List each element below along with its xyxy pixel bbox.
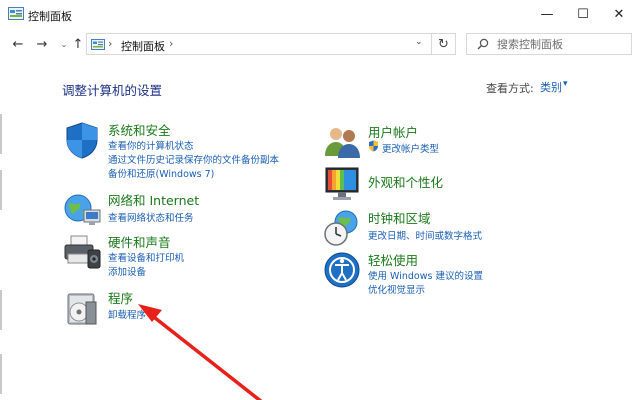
search-input[interactable] [497, 36, 627, 52]
accessibility-icon[interactable] [322, 250, 362, 290]
category-clock-region: 时钟和区域 更改日期、时间或数字格式 [322, 208, 562, 248]
category-programs: 程序 卸载程序 [62, 288, 302, 328]
category-title-clock-region[interactable]: 时钟和区域 [368, 208, 431, 227]
category-title-user-accounts[interactable]: 用户帐户 [368, 122, 418, 141]
link-change-date-time-format[interactable]: 更改日期、时间或数字格式 [368, 228, 482, 242]
forward-arrow-icon[interactable]: → [34, 36, 50, 52]
link-view-computer-status[interactable]: 查看你的计算机状态 [108, 138, 194, 152]
left-window-edge [0, 58, 6, 400]
category-title-ease-of-access[interactable]: 轻松使用 [368, 250, 418, 269]
control-panel-location-icon [91, 39, 105, 50]
refresh-icon[interactable]: ↻ [432, 33, 456, 55]
view-by-label: 查看方式: [486, 82, 534, 95]
programs-disc-icon[interactable] [62, 288, 102, 328]
category-title-appearance-personalization[interactable]: 外观和个性化 [368, 172, 443, 191]
address-dropdown-chevron-icon[interactable]: ⌄ [415, 37, 423, 47]
category-appearance-personalization: 外观和个性化 [322, 164, 562, 204]
category-title-programs[interactable]: 程序 [108, 288, 133, 307]
shield-icon[interactable] [62, 120, 102, 160]
close-button[interactable]: ✕ [602, 0, 636, 28]
view-by-dropdown[interactable]: 类别 [540, 79, 562, 95]
view-by-caret-icon[interactable]: ▾ [563, 79, 568, 89]
category-hardware-sound: 硬件和声音 查看设备和打印机 添加设备 [62, 232, 302, 278]
uac-shield-icon [369, 140, 378, 152]
globe-network-icon[interactable] [62, 190, 102, 230]
link-add-device[interactable]: 添加设备 [108, 264, 146, 278]
control-panel-app-icon [8, 7, 24, 20]
monitor-icon[interactable] [322, 164, 362, 204]
breadcrumb-separator-end[interactable]: › [169, 37, 173, 50]
minimize-button[interactable]: — [530, 0, 564, 28]
page-title: 调整计算机的设置 [62, 83, 163, 98]
category-title-network-internet[interactable]: 网络和 Internet [108, 190, 199, 209]
navigation-bar: ← → ⌄ ↑ › 控制面板 › ⌄ ↻ [0, 30, 642, 58]
category-title-system-security[interactable]: 系统和安全 [108, 120, 171, 139]
window-title: 控制面板 [28, 10, 72, 23]
title-bar: 控制面板 — ☐ ✕ [0, 0, 642, 30]
up-arrow-icon[interactable]: ↑ [70, 36, 86, 52]
link-optimize-visual-display[interactable]: 优化视觉显示 [368, 282, 425, 296]
category-ease-of-access: 轻松使用 使用 Windows 建议的设置 优化视觉显示 [322, 250, 562, 298]
search-box[interactable] [466, 33, 632, 55]
maximize-button[interactable]: ☐ [566, 0, 600, 28]
category-user-accounts: 用户帐户 更改帐户类型 [322, 122, 562, 162]
link-network-status[interactable]: 查看网络状态和任务 [108, 210, 194, 224]
address-bar[interactable]: › 控制面板 › ⌄ [86, 33, 432, 55]
category-title-hardware-sound[interactable]: 硬件和声音 [108, 232, 171, 251]
link-backup-restore[interactable]: 备份和还原(Windows 7) [108, 166, 214, 180]
link-file-history-backup[interactable]: 通过文件历史记录保存你的文件备份副本 [108, 152, 279, 166]
link-windows-recommended-settings[interactable]: 使用 Windows 建议的设置 [368, 268, 483, 282]
link-devices-printers[interactable]: 查看设备和打印机 [108, 250, 184, 264]
users-icon[interactable] [322, 122, 362, 162]
link-change-account-type[interactable]: 更改帐户类型 [382, 141, 439, 155]
link-uninstall-program[interactable]: 卸载程序 [108, 307, 146, 321]
breadcrumb-separator[interactable]: › [108, 37, 112, 50]
category-system-security: 系统和安全 查看你的计算机状态 通过文件历史记录保存你的文件备份副本 备份和还原… [62, 120, 302, 182]
category-network-internet: 网络和 Internet 查看网络状态和任务 [62, 190, 302, 230]
printer-icon[interactable] [62, 232, 102, 272]
search-icon [477, 38, 489, 50]
back-arrow-icon[interactable]: ← [10, 36, 26, 52]
clock-globe-icon[interactable] [322, 208, 362, 248]
breadcrumb-control-panel[interactable]: 控制面板 [121, 38, 165, 54]
